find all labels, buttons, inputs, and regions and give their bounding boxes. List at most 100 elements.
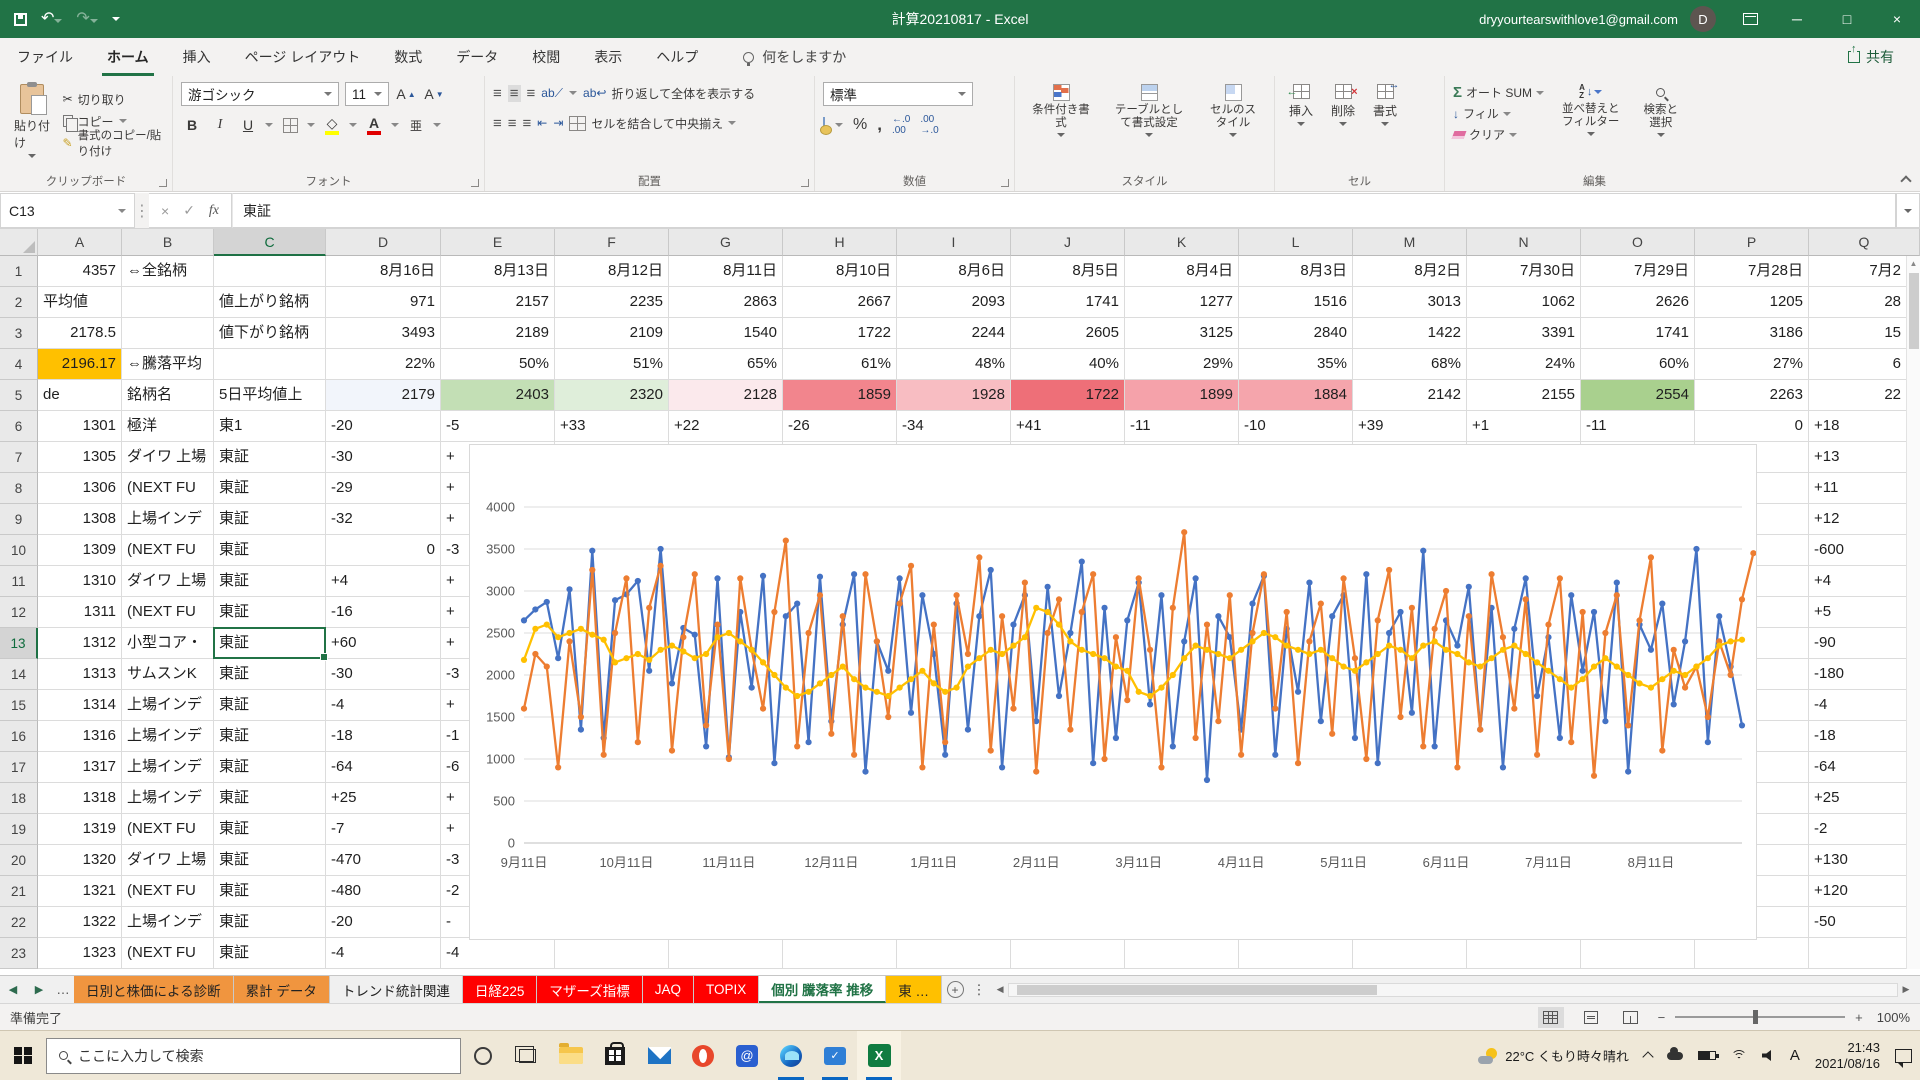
vertical-scrollbar-thumb[interactable]	[1909, 273, 1919, 349]
cell-C19[interactable]: 東証	[214, 814, 326, 845]
column-header-F[interactable]: F	[555, 229, 669, 256]
cell-O1[interactable]: 7月29日	[1581, 256, 1695, 287]
ribbon-tab-8[interactable]: ヘルプ	[639, 38, 715, 76]
cell-E1[interactable]: 8月13日	[441, 256, 555, 287]
cell-Q6[interactable]: +18	[1809, 411, 1920, 442]
align-top-icon[interactable]: ≡	[493, 85, 502, 102]
paste-button[interactable]: 貼り付け	[8, 82, 57, 160]
cell-A14[interactable]: 1313	[38, 659, 122, 690]
tray-overflow-icon[interactable]	[1642, 1051, 1653, 1062]
row-header-17[interactable]: 17	[0, 752, 38, 783]
cell-D3[interactable]: 3493	[326, 318, 441, 349]
cell-P1[interactable]: 7月28日	[1695, 256, 1809, 287]
cell-D9[interactable]: -32	[326, 504, 441, 535]
cell-C7[interactable]: 東証	[214, 442, 326, 473]
cell-J2[interactable]: 1741	[1011, 287, 1125, 318]
column-header-A[interactable]: A	[38, 229, 122, 256]
column-header-M[interactable]: M	[1353, 229, 1467, 256]
taskbar-app-pc-app[interactable]: ✓	[813, 1031, 857, 1080]
cell-Q1[interactable]: 7月2	[1809, 256, 1920, 287]
format-cells-button[interactable]: ↔ 書式	[1367, 82, 1403, 128]
comma-style-button[interactable]: ,	[877, 115, 882, 135]
cell-A20[interactable]: 1320	[38, 845, 122, 876]
cell-Q21[interactable]: +120	[1809, 876, 1920, 907]
cell-B21[interactable]: (NEXT FU	[122, 876, 214, 907]
cell-A10[interactable]: 1309	[38, 535, 122, 566]
maximize-button[interactable]: □	[1824, 0, 1870, 38]
cell-C11[interactable]: 東証	[214, 566, 326, 597]
cell-A1[interactable]: 4357	[38, 256, 122, 287]
cell-D16[interactable]: -18	[326, 721, 441, 752]
cell-Q17[interactable]: -64	[1809, 752, 1920, 783]
cell-Q5[interactable]: 22	[1809, 380, 1920, 411]
row-header-13[interactable]: 13	[0, 628, 38, 659]
cell-C3[interactable]: 値下がり銘柄	[214, 318, 326, 349]
cell-I4[interactable]: 48%	[897, 349, 1011, 380]
column-header-G[interactable]: G	[669, 229, 783, 256]
sheet-tab-1[interactable]: 累計 データ	[234, 976, 330, 1003]
percent-style-button[interactable]: %	[853, 116, 867, 134]
cell-D20[interactable]: -470	[326, 845, 441, 876]
fill-button[interactable]: ↓フィル	[1453, 103, 1544, 124]
ime-indicator[interactable]: A	[1790, 1047, 1800, 1064]
align-left-icon[interactable]: ≡	[493, 115, 502, 132]
page-break-view-button[interactable]	[1618, 1007, 1644, 1028]
cell-O2[interactable]: 2626	[1581, 287, 1695, 318]
number-format-select[interactable]: 標準	[823, 82, 973, 106]
wrap-text-button[interactable]: ab↩折り返して全体を表示する	[583, 82, 755, 104]
cell-N2[interactable]: 1062	[1467, 287, 1581, 318]
column-header-L[interactable]: L	[1239, 229, 1353, 256]
sheet-tab-5[interactable]: JAQ	[643, 976, 694, 1003]
cell-A12[interactable]: 1311	[38, 597, 122, 628]
scroll-left-icon[interactable]: ◀	[992, 984, 1008, 995]
column-header-C[interactable]: C	[214, 229, 326, 256]
cell-M2[interactable]: 3013	[1353, 287, 1467, 318]
cell-C12[interactable]: 東証	[214, 597, 326, 628]
cell-B13[interactable]: 小型コア・	[122, 628, 214, 659]
cell-D15[interactable]: -4	[326, 690, 441, 721]
ribbon-tab-4[interactable]: 数式	[377, 38, 439, 76]
decrease-decimal-button[interactable]: .00→.0	[920, 114, 938, 136]
cell-F6[interactable]: +33	[555, 411, 669, 442]
align-right-icon[interactable]: ≡	[523, 115, 532, 132]
ribbon-tab-3[interactable]: ページ レイアウト	[228, 38, 378, 76]
cell-A3[interactable]: 2178.5	[38, 318, 122, 349]
cell-H5[interactable]: 1859	[783, 380, 897, 411]
row-header-21[interactable]: 21	[0, 876, 38, 907]
cell-Q3[interactable]: 15	[1809, 318, 1920, 349]
column-header-N[interactable]: N	[1467, 229, 1581, 256]
orientation-button[interactable]: ab⟋	[541, 86, 563, 101]
row-header-9[interactable]: 9	[0, 504, 38, 535]
cell-I3[interactable]: 2244	[897, 318, 1011, 349]
phonetic-button[interactable]: 亜	[405, 114, 427, 136]
cell-M1[interactable]: 8月2日	[1353, 256, 1467, 287]
cell-I6[interactable]: -34	[897, 411, 1011, 442]
cell-Q9[interactable]: +12	[1809, 504, 1920, 535]
cell-G6[interactable]: +22	[669, 411, 783, 442]
align-middle-icon[interactable]: ≡	[508, 85, 521, 102]
cell-A23[interactable]: 1323	[38, 938, 122, 969]
cell-D8[interactable]: -29	[326, 473, 441, 504]
cell-A18[interactable]: 1318	[38, 783, 122, 814]
cell-C4[interactable]	[214, 349, 326, 380]
select-all-corner[interactable]	[0, 229, 38, 256]
font-size-select[interactable]: 11	[345, 82, 389, 106]
column-header-P[interactable]: P	[1695, 229, 1809, 256]
ribbon-tab-6[interactable]: 校閲	[515, 38, 577, 76]
cell-J4[interactable]: 40%	[1011, 349, 1125, 380]
italic-button[interactable]: I	[209, 114, 231, 136]
row-header-8[interactable]: 8	[0, 473, 38, 504]
cell-B4[interactable]: ⇔騰落平均	[122, 349, 214, 380]
row-header-22[interactable]: 22	[0, 907, 38, 938]
cell-C10[interactable]: 東証	[214, 535, 326, 566]
autosum-button[interactable]: Σオート SUM	[1453, 82, 1544, 103]
align-center-icon[interactable]: ≡	[508, 115, 517, 132]
cell-K2[interactable]: 1277	[1125, 287, 1239, 318]
cell-I2[interactable]: 2093	[897, 287, 1011, 318]
cell-Q18[interactable]: +25	[1809, 783, 1920, 814]
increase-decimal-button[interactable]: ←.0.00	[892, 114, 910, 136]
cell-D11[interactable]: +4	[326, 566, 441, 597]
cell-H4[interactable]: 61%	[783, 349, 897, 380]
clipboard-dialog-launcher[interactable]	[159, 179, 167, 187]
cell-Q23[interactable]	[1809, 938, 1920, 969]
